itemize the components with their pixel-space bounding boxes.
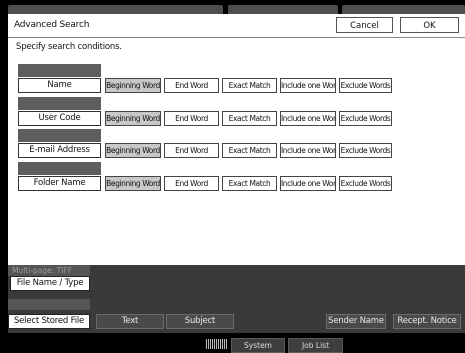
top-tab bbox=[228, 5, 338, 14]
screen: Advanced Search Cancel OK Specify search… bbox=[0, 0, 465, 353]
email-exclude-words-button[interactable]: Exclude Words bbox=[339, 143, 392, 158]
recept-notice-button[interactable]: Recept. Notice bbox=[393, 314, 461, 329]
user-code-exclude-words-button[interactable]: Exclude Words bbox=[339, 111, 392, 126]
folder-include-one-word-button[interactable]: Include one Word bbox=[280, 176, 336, 191]
condition-value-display bbox=[18, 97, 101, 110]
advanced-search-dialog: Advanced Search Cancel OK Specify search… bbox=[8, 14, 465, 265]
folder-end-word-button[interactable]: End Word bbox=[164, 176, 219, 191]
select-stored-file-button[interactable]: Select Stored File bbox=[8, 314, 90, 329]
email-address-button[interactable]: E-mail Address bbox=[18, 143, 101, 158]
email-end-word-button[interactable]: End Word bbox=[164, 143, 219, 158]
email-beginning-word-button[interactable]: Beginning Word bbox=[105, 143, 161, 158]
system-status-button[interactable]: System Status bbox=[231, 338, 285, 353]
subject-button[interactable]: Subject bbox=[166, 314, 234, 329]
user-code-button[interactable]: User Code bbox=[18, 111, 101, 126]
dialog-title: Advanced Search bbox=[14, 20, 90, 30]
top-tab bbox=[342, 5, 465, 14]
sender-name-button[interactable]: Sender Name bbox=[326, 314, 386, 329]
condition-value-display bbox=[18, 129, 101, 142]
email-include-one-word-button[interactable]: Include one Word bbox=[280, 143, 336, 158]
file-name-type-button[interactable]: File Name / Type bbox=[10, 276, 90, 291]
user-code-end-word-button[interactable]: End Word bbox=[164, 111, 219, 126]
folder-exact-match-button[interactable]: Exact Match bbox=[222, 176, 277, 191]
name-beginning-word-button[interactable]: Beginning Word bbox=[105, 78, 161, 93]
condition-value-display bbox=[18, 64, 101, 77]
name-button[interactable]: Name bbox=[18, 78, 101, 93]
name-end-word-button[interactable]: End Word bbox=[164, 78, 219, 93]
status-indicator-icon bbox=[206, 339, 228, 349]
user-code-exact-match-button[interactable]: Exact Match bbox=[222, 111, 277, 126]
ok-button[interactable]: OK bbox=[400, 17, 459, 33]
job-list-button[interactable]: Job List bbox=[288, 338, 343, 353]
top-tab-strip bbox=[0, 0, 465, 14]
name-include-one-word-button[interactable]: Include one Word bbox=[280, 78, 336, 93]
instruction-text: Specify search conditions. bbox=[16, 42, 122, 52]
name-exclude-words-button[interactable]: Exclude Words bbox=[339, 78, 392, 93]
folder-name-button[interactable]: Folder Name bbox=[18, 176, 101, 191]
file-selection-panel: Multi-page: TIFF File Name / Type Select… bbox=[8, 265, 465, 333]
multipage-label: Multi-page: TIFF bbox=[8, 265, 90, 276]
top-tab bbox=[8, 5, 223, 14]
email-exact-match-button[interactable]: Exact Match bbox=[222, 143, 277, 158]
condition-value-display bbox=[18, 162, 101, 175]
name-exact-match-button[interactable]: Exact Match bbox=[222, 78, 277, 93]
stored-file-bar bbox=[8, 299, 90, 310]
user-code-beginning-word-button[interactable]: Beginning Word bbox=[105, 111, 161, 126]
user-code-include-one-word-button[interactable]: Include one Word bbox=[280, 111, 336, 126]
status-bar: System Status Job List bbox=[0, 333, 465, 353]
title-bar: Advanced Search Cancel OK bbox=[8, 14, 465, 38]
text-button[interactable]: Text bbox=[96, 314, 164, 329]
cancel-button[interactable]: Cancel bbox=[336, 17, 393, 33]
folder-exclude-words-button[interactable]: Exclude Words bbox=[339, 176, 392, 191]
folder-beginning-word-button[interactable]: Beginning Word bbox=[105, 176, 161, 191]
